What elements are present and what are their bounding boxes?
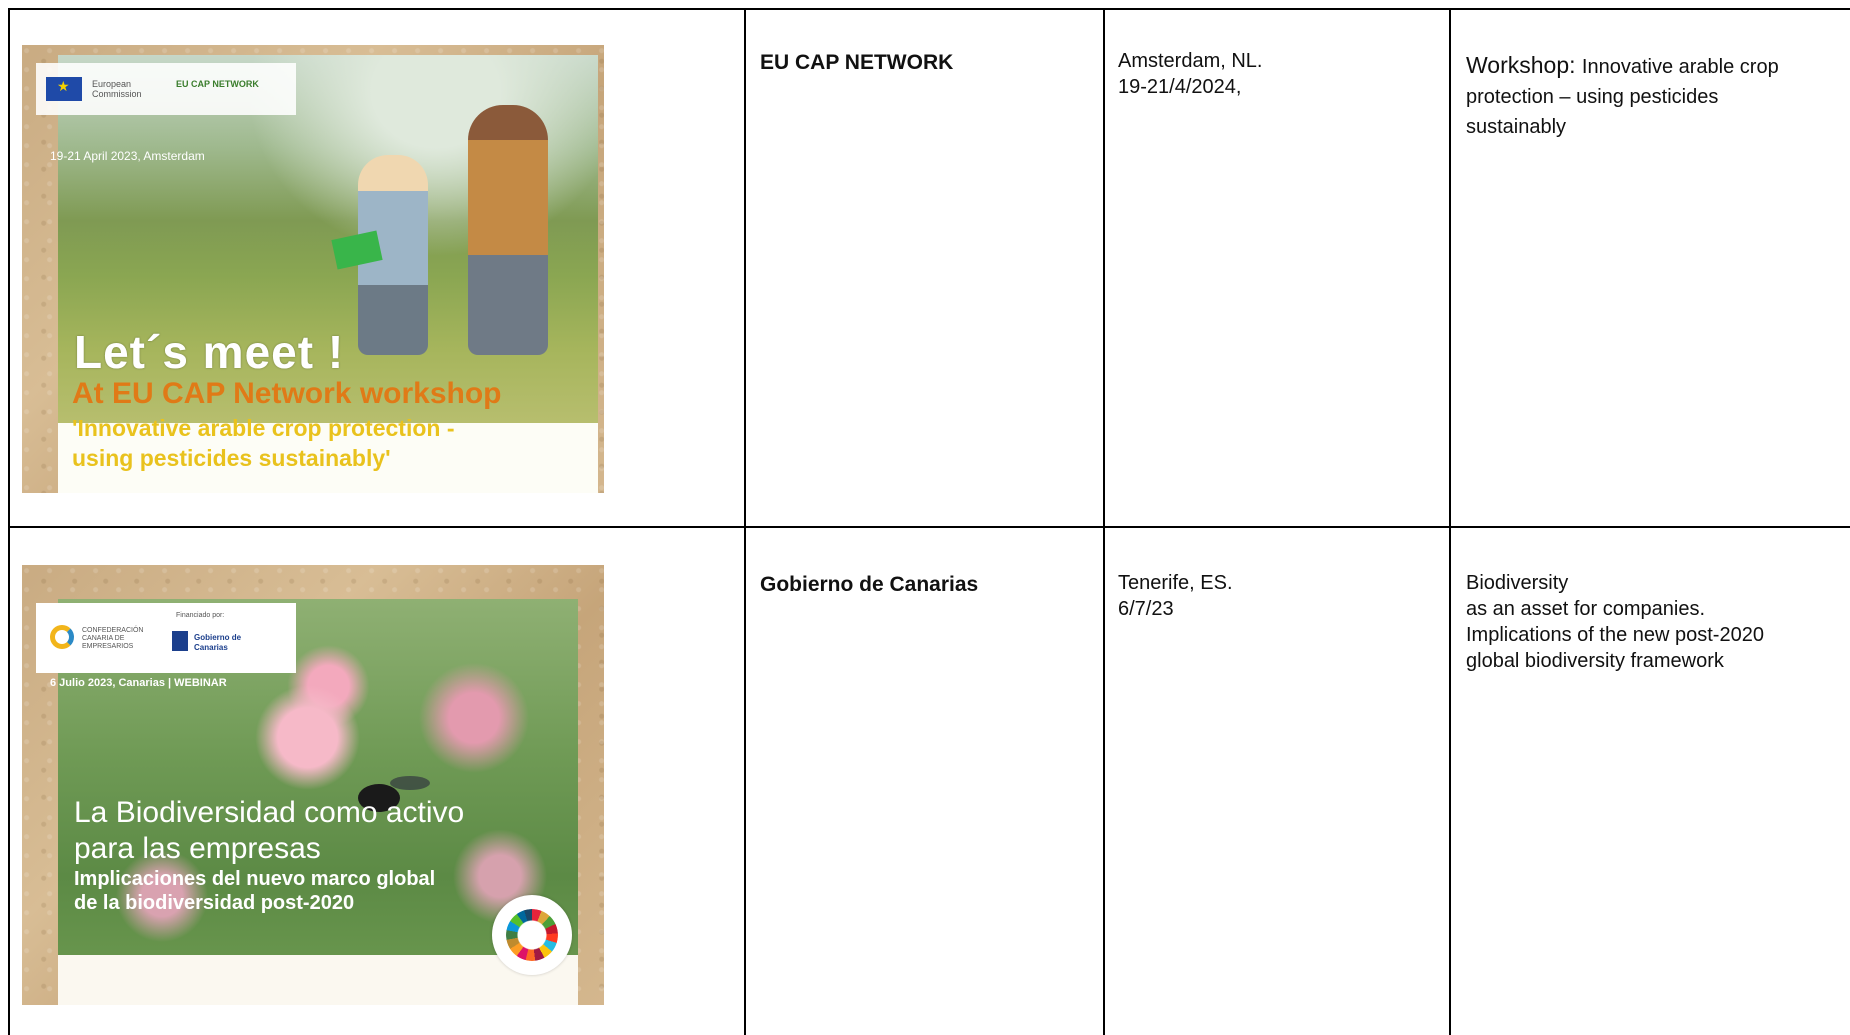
event-topic: Biodiversity as an asset for companies. … <box>1466 572 1764 672</box>
poster-logo-text: European Commission <box>92 79 142 99</box>
gobierno-canarias-logo-icon <box>172 631 188 651</box>
poster-subtitle: At EU CAP Network workshop <box>72 377 502 410</box>
organizer-name: Gobierno de Canarias <box>760 573 979 596</box>
poster-logo-text: Gobierno de Canarias <box>194 633 242 652</box>
column-divider-1 <box>744 8 746 1035</box>
person-figure <box>468 105 548 355</box>
poster-headline: La Biodiversidad como activo para las em… <box>74 796 465 865</box>
poster-logo-text: CONFEDERACIÓN CANARIA DE EMPRESARIOS <box>82 627 144 650</box>
poster-subtitle: Implicaciones del nuevo marco global de … <box>74 868 436 914</box>
poster-funded-by: Financiado por: <box>176 612 225 619</box>
event-location: Tenerife, ES. 6/7/23 <box>1118 572 1233 620</box>
poster-subtitle-2: 'Innovative arable crop protection - usi… <box>72 415 455 471</box>
sdg-wheel-icon <box>492 895 572 975</box>
poster-date: 19-21 April 2023, Amsterdam <box>50 149 205 163</box>
table-border-middle <box>8 526 1850 528</box>
poster-headline: Let´s meet ! <box>74 326 345 378</box>
topic-prefix: Workshop: <box>1466 52 1582 78</box>
poster-logo-bar: CONFEDERACIÓN CANARIA DE EMPRESARIOS Fin… <box>36 603 296 673</box>
event-topic: Workshop: Innovative arable crop protect… <box>1466 52 1779 138</box>
column-divider-2 <box>1103 8 1105 1035</box>
organizer-name: EU CAP NETWORK <box>760 51 954 74</box>
poster-logo-bar: European Commission EU CAP NETWORK <box>36 63 296 115</box>
eu-flag-icon <box>46 77 82 101</box>
event-poster-image: CONFEDERACIÓN CANARIA DE EMPRESARIOS Fin… <box>22 565 604 1005</box>
table-border-top <box>8 8 1850 10</box>
poster-logo-text: EU CAP NETWORK <box>176 79 259 89</box>
poster-text-band <box>58 955 578 1005</box>
poster-date: 6 Julio 2023, Canarias | WEBINAR <box>50 677 227 689</box>
event-location: Amsterdam, NL. 19-21/4/2024, <box>1118 50 1263 98</box>
event-poster-image: European Commission EU CAP NETWORK 19-21… <box>22 45 604 493</box>
table-border-left <box>8 8 10 1035</box>
confederacion-logo-icon <box>50 625 74 649</box>
column-divider-3 <box>1449 8 1451 1035</box>
